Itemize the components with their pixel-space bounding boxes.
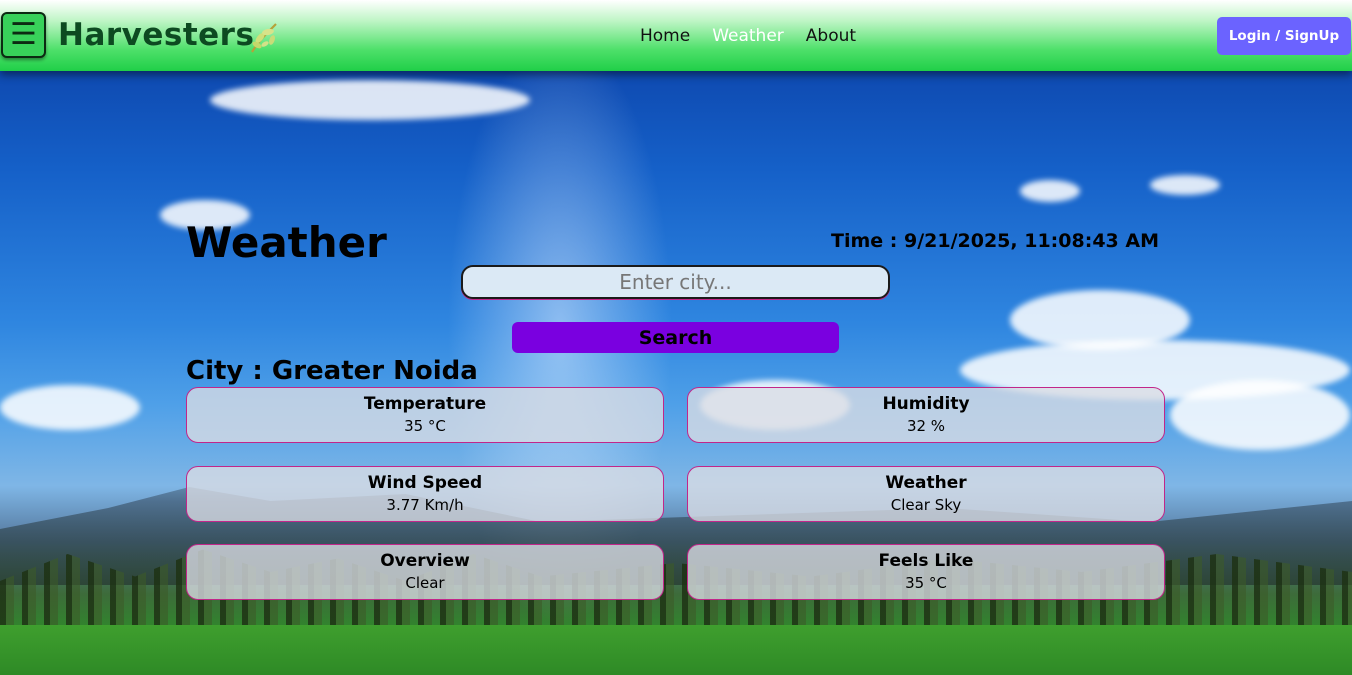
weather-condition-card: Weather Clear Sky bbox=[687, 466, 1165, 522]
overview-card: Overview Clear bbox=[186, 544, 664, 600]
card-title: Temperature bbox=[363, 394, 487, 414]
card-value: Clear bbox=[405, 574, 445, 592]
hamburger-menu-icon[interactable]: ☰ bbox=[1, 12, 46, 58]
city-label: City : Greater Noida bbox=[186, 356, 478, 386]
card-title: Humidity bbox=[882, 394, 970, 414]
search-button[interactable]: Search bbox=[512, 322, 839, 353]
humidity-card: Humidity 32 % bbox=[687, 387, 1165, 443]
cloud bbox=[1150, 175, 1220, 195]
login-signup-button[interactable]: Login / SignUp bbox=[1217, 17, 1351, 55]
cloud bbox=[1170, 380, 1350, 450]
card-title: Overview bbox=[380, 551, 470, 571]
page-title: Weather bbox=[186, 218, 387, 267]
card-title: Weather bbox=[885, 473, 967, 493]
card-title: Feels Like bbox=[878, 551, 974, 571]
nav-links: Home Weather About bbox=[640, 26, 878, 46]
feels-like-card: Feels Like 35 °C bbox=[687, 544, 1165, 600]
wind-speed-card: Wind Speed 3.77 Km/h bbox=[186, 466, 664, 522]
nav-weather-link[interactable]: Weather bbox=[712, 26, 784, 46]
cloud bbox=[210, 80, 530, 120]
card-value: 32 % bbox=[906, 417, 946, 435]
leaf-icon bbox=[251, 23, 277, 53]
brand-name[interactable]: Harvesters bbox=[58, 17, 254, 53]
nav-about-link[interactable]: About bbox=[806, 26, 856, 46]
city-search-input[interactable] bbox=[461, 265, 890, 299]
card-value: 35 °C bbox=[905, 574, 947, 592]
current-time: Time : 9/21/2025, 11:08:43 AM bbox=[831, 230, 1159, 252]
grass-field bbox=[0, 625, 1352, 675]
card-title: Wind Speed bbox=[367, 473, 483, 493]
nav-home-link[interactable]: Home bbox=[640, 26, 690, 46]
temperature-card: Temperature 35 °C bbox=[186, 387, 664, 443]
cloud bbox=[1020, 180, 1080, 202]
card-value: 35 °C bbox=[404, 417, 446, 435]
card-value: 3.77 Km/h bbox=[386, 496, 464, 514]
card-value: Clear Sky bbox=[890, 496, 962, 514]
cloud bbox=[0, 385, 140, 430]
navbar: ☰ Harvesters Home Weather About Login / … bbox=[0, 0, 1352, 71]
